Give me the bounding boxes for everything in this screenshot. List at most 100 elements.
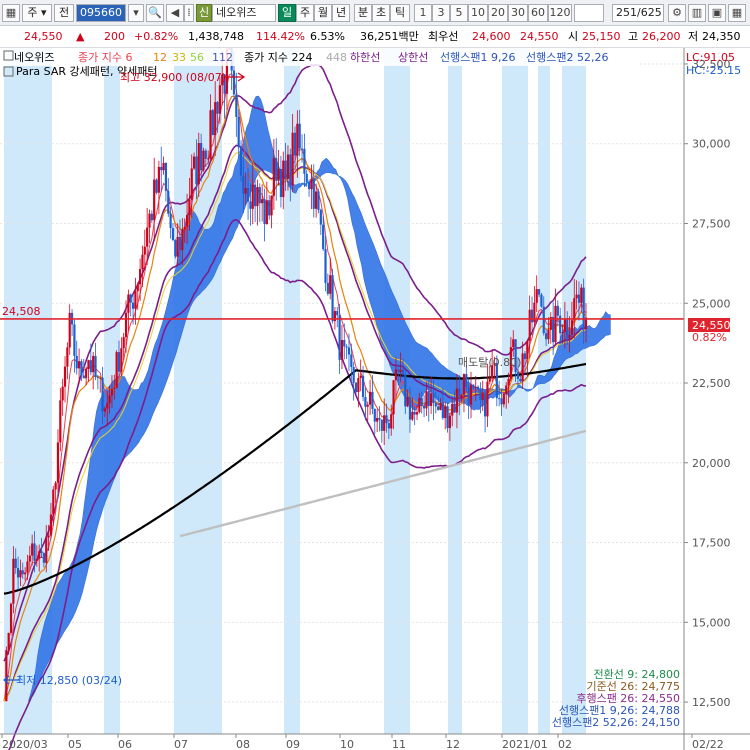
y-tick-label: 12,500 xyxy=(692,696,731,709)
y-tick-label: 15,000 xyxy=(692,616,731,629)
candle-body xyxy=(115,352,118,388)
candle-body xyxy=(207,158,210,160)
candle-body xyxy=(246,188,250,202)
candle-body xyxy=(108,395,111,404)
candle-body xyxy=(270,195,273,216)
stock-name-field[interactable]: 네오위즈 xyxy=(212,4,276,22)
tick-60-button[interactable]: 60 xyxy=(528,4,548,22)
change-percent: +0.82% xyxy=(134,30,179,43)
grid-icon[interactable]: ▦ xyxy=(2,4,20,22)
candle-body xyxy=(540,294,543,307)
candle-body xyxy=(307,182,311,190)
candle-body xyxy=(235,94,238,117)
candle-body xyxy=(366,404,369,407)
candle-body xyxy=(324,249,327,283)
period-year-button[interactable]: 년 xyxy=(332,4,350,22)
step-back-icon[interactable]: ◀ xyxy=(166,4,184,22)
volume-ratio: 114.42% xyxy=(256,30,305,43)
legend-ma56: 56 xyxy=(190,51,204,64)
tick-30-button[interactable]: 30 xyxy=(508,4,528,22)
candle-body xyxy=(479,389,482,400)
candle-body xyxy=(94,355,97,377)
candle-body xyxy=(139,269,142,285)
candle-body xyxy=(322,224,325,250)
candle-body xyxy=(204,150,207,159)
candle-body xyxy=(486,381,489,417)
prev-button[interactable]: 전 xyxy=(54,4,74,22)
tick-5-button[interactable]: 5 xyxy=(450,4,468,22)
quote-bar: 24,550 ▲ 200 +0.82% 1,438,748 114.42% 6.… xyxy=(0,26,750,48)
candle-body xyxy=(263,199,266,224)
candle-body xyxy=(465,374,468,388)
candle-body xyxy=(397,369,400,372)
stock-code-input[interactable]: 095660 xyxy=(76,4,126,22)
period-second-button[interactable]: 초 xyxy=(372,4,390,22)
candle-body xyxy=(9,603,13,633)
candle-body xyxy=(169,213,172,229)
candle-body xyxy=(488,378,491,382)
candle-body xyxy=(552,317,555,343)
x-tick-label: 02 xyxy=(558,738,572,750)
candle-body xyxy=(183,226,186,230)
stock-chart[interactable]: 24,508 12,500 15,000 17,500 20,000 22,500 25,… xyxy=(0,36,750,750)
candle-body xyxy=(75,355,78,369)
candle-body xyxy=(99,377,102,379)
candle-body xyxy=(117,352,121,372)
candle-body xyxy=(357,378,360,393)
period-week-button[interactable]: 주 xyxy=(296,4,314,22)
candle-body xyxy=(202,150,205,171)
candle-body xyxy=(92,355,95,373)
tick-1-button[interactable]: 1 xyxy=(414,4,432,22)
candle-body xyxy=(359,375,362,379)
candle-body xyxy=(188,199,191,216)
candle-body xyxy=(167,190,170,214)
candle-body xyxy=(483,392,487,417)
candle-body xyxy=(580,287,583,303)
period-day-button[interactable]: 일 xyxy=(278,4,296,22)
candle-body xyxy=(582,287,585,330)
high-annotation: 최고 32,900 (08/07) xyxy=(120,71,226,84)
settings-icon[interactable]: ⚙ xyxy=(668,4,686,22)
tick-10-button[interactable]: 10 xyxy=(468,4,488,22)
candle-body xyxy=(338,315,341,360)
candle-body xyxy=(326,282,329,294)
candle-body xyxy=(16,568,20,578)
tick-120-button[interactable]: 120 xyxy=(548,4,572,22)
candle-body xyxy=(303,148,306,174)
candle-body xyxy=(507,378,510,386)
candle-body xyxy=(113,387,116,390)
candle-body xyxy=(256,187,259,207)
period-minute-button[interactable]: 분 xyxy=(354,4,372,22)
chart-options-icon[interactable]: ▥ xyxy=(688,4,706,22)
legend-ma-label: 종가 지수 6 xyxy=(78,51,132,64)
candle-body xyxy=(80,361,83,376)
grid-layout-icon[interactable]: ▦ xyxy=(728,4,746,22)
market-select[interactable]: 주 ▾ xyxy=(22,4,52,22)
save-icon[interactable]: ▣ xyxy=(708,4,726,22)
tick-20-button[interactable]: 20 xyxy=(488,4,508,22)
candle-body xyxy=(519,378,522,382)
horizontal-line-label: 24,508 xyxy=(2,305,41,318)
legend-upper-band: 상한선 xyxy=(398,51,428,64)
chevron-down-icon[interactable]: ▾ xyxy=(128,4,144,22)
search-icon[interactable]: 🔍 xyxy=(146,4,164,22)
candle-body xyxy=(258,187,261,204)
candle-body xyxy=(38,551,41,559)
tick-3-button[interactable]: 3 xyxy=(432,4,450,22)
custom-period-input[interactable] xyxy=(574,4,604,22)
candle-body xyxy=(315,191,318,209)
candle-body xyxy=(300,148,304,150)
candle-body xyxy=(408,397,412,420)
x-tick-label: 11 xyxy=(392,738,406,750)
candle-body xyxy=(352,367,355,383)
period-month-button[interactable]: 월 xyxy=(314,4,332,22)
price-change: 200 xyxy=(104,30,125,43)
candle-body xyxy=(387,423,390,429)
y-tick-label: 30,000 xyxy=(692,138,731,151)
legend-span1: 선행스팬1 9,26 xyxy=(440,51,515,64)
scroll-icon[interactable]: ⁞ xyxy=(184,4,194,22)
candle-body xyxy=(185,215,189,227)
price-chart-svg[interactable]: 24,508 12,500 15,000 17,500 20,000 22,500 25,… xyxy=(0,36,750,750)
candle-body xyxy=(284,160,287,179)
period-tick-button[interactable]: 틱 xyxy=(390,4,410,22)
